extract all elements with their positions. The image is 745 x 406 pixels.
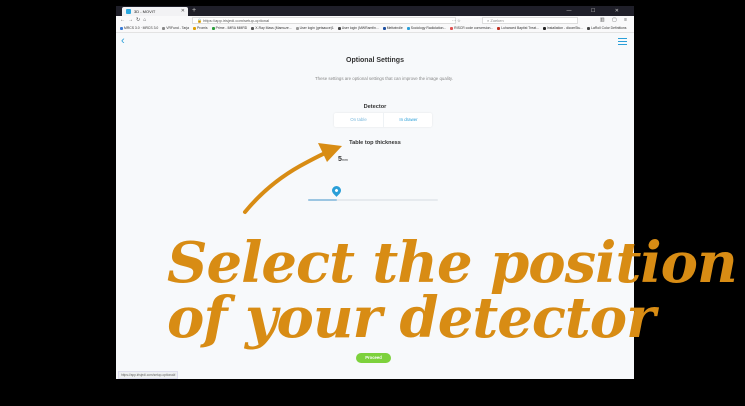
bookmark-icon [211,26,215,30]
thickness-value: 5mm [338,156,348,163]
tab-title: 3D - MOVIT [134,9,156,14]
tab-bar: 3D - MOVIT ✕ + — ☐ ✕ [116,6,634,16]
detector-option-on-table[interactable]: On table [334,113,383,127]
back-chevron-icon[interactable]: ‹ [121,36,125,47]
bookmark-label: MRCS 3.0 · MRCS 3.0 [124,26,159,30]
bookmark-icon [542,26,546,30]
bookmark-item[interactable]: MRCS 3.0 · MRCS 3.0 [120,25,158,32]
bookmark-icon [295,26,299,30]
thickness-slider-fill [308,199,337,201]
bookmark-label: User login (MWRamfin... [341,26,379,30]
bookmark-label: LaRoll Color Definitions [591,26,627,30]
search-input[interactable]: ⌕ Zoeken [482,17,578,24]
bookmark-item[interactable]: Luhanced Baptist Treat... [497,25,539,32]
bookmark-item[interactable]: User login (MWRamfin... [337,25,379,32]
bookmark-label: User login (getsauce)1 [299,26,334,30]
detector-option-in-drawer[interactable]: In drawer [383,113,433,127]
page-description: These settings are optional settings tha… [314,76,454,81]
bookmark-item[interactable]: Sociology Radiolation... [406,25,447,32]
bookmark-item[interactable]: VRFund - Tarja [162,25,189,32]
new-tab-button[interactable]: + [192,6,196,16]
back-icon[interactable]: ← [120,17,128,23]
bookmark-icon [382,26,386,30]
page-actions-icon[interactable]: ··· ☆ [452,16,461,25]
bookmark-label: RISCR code conversion... [454,26,494,30]
bookmark-label: Sociology Radiolation... [410,26,447,30]
forward-icon[interactable]: → [128,17,136,23]
bookmark-label: X-Ray Mass (Mamuze... [255,26,292,30]
browser-tab[interactable]: 3D - MOVIT ✕ [122,7,188,16]
window-controls[interactable]: — ☐ ✕ [567,6,628,16]
bookmark-label: Prime - IMRA MMRD [215,26,248,30]
bookmark-item[interactable]: Prime - IMRA MMRD [211,25,248,32]
search-icon: ⌕ [487,18,490,23]
bookmark-item[interactable]: LaRoll Color Definitions [587,25,627,32]
browser-window: 3D - MOVIT ✕ + — ☐ ✕ ←→↻⌂ 🔒 https://app.… [116,6,634,379]
bookmark-item[interactable]: Installation - dicomStu... [542,25,584,32]
bookmark-icon [450,26,454,30]
thickness-heading: Table top thickness [349,140,401,146]
favicon-icon [126,9,131,14]
home-icon[interactable]: ⌂ [143,17,149,23]
bookmark-label: Installation - dicomStu... [546,26,584,30]
hamburger-menu-icon[interactable] [618,38,627,47]
bookmark-item[interactable]: Promis [193,25,208,32]
bookmark-icon [406,26,410,30]
bookmark-icon [193,26,197,30]
proceed-button[interactable]: Proceed [356,353,391,363]
bookmark-label: Luhanced Baptist Treat... [501,26,539,30]
bookmark-item[interactable]: Meltwindle [382,25,403,32]
close-tab-icon[interactable]: ✕ [181,7,185,16]
bookmark-item[interactable]: RISCR code conversion... [450,25,493,32]
bookmark-icon [251,26,255,30]
bookmark-icon [120,26,123,30]
toolbar-icons[interactable]: ▥ ▢ ≡ [600,16,630,25]
url-text: https://app.irisjedi.com/setup-optional [203,18,270,23]
detector-heading: Detector [363,104,387,110]
detector-toggle: On table In drawer [334,113,432,127]
bookmarks-bar: MRCS 3.0 · MRCS 3.0 VRFund - Tarja Promis P… [116,25,634,33]
bookmark-icon [497,26,501,30]
nav-buttons[interactable]: ←→↻⌂ [120,16,149,25]
bookmark-icon [587,26,591,30]
status-bar: https://app.irisjedi.com/setup-optional# [116,369,634,379]
bookmark-item[interactable]: User login (getsauce)1 [295,25,334,32]
app-page: ‹ Optional Settings These settings are o… [116,33,634,369]
thickness-slider-thumb[interactable] [330,184,343,197]
lock-icon: 🔒 [197,18,202,23]
browser-toolbar: ←→↻⌂ 🔒 https://app.irisjedi.com/setup-op… [116,16,634,25]
search-placeholder: Zoeken [490,18,504,23]
bookmark-icon [337,26,341,30]
url-bar[interactable]: 🔒 https://app.irisjedi.com/setup-optiona… [192,17,456,24]
bookmark-label: VRFund - Tarja [166,26,190,30]
bookmark-label: Promis [197,26,208,30]
bookmark-label: Meltwindle [386,26,403,30]
bookmark-icon [162,26,166,30]
page-title: Optional Settings [346,57,404,64]
status-url: https://app.irisjedi.com/setup-optional# [118,371,179,379]
thickness-unit: mm [341,158,348,162]
bookmark-item[interactable]: X-Ray Mass (Mamuze... [251,25,292,32]
